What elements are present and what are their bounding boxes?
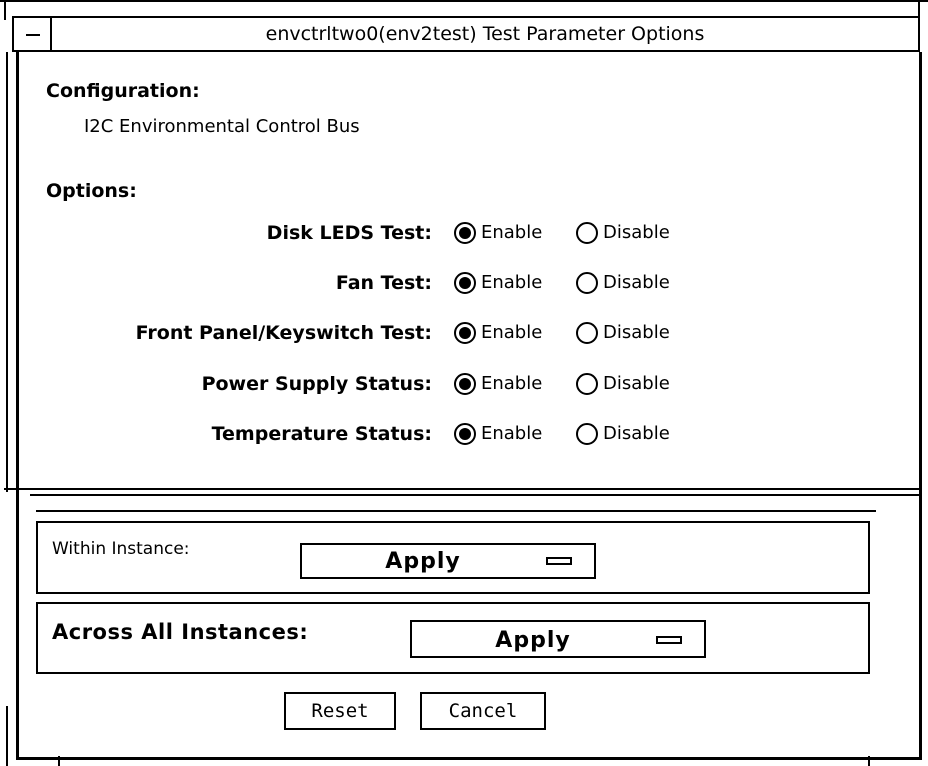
menu-indicator-icon bbox=[656, 636, 682, 644]
disable-label[interactable]: Disable bbox=[603, 318, 670, 348]
enable-label[interactable]: Enable bbox=[481, 318, 542, 348]
menu-indicator-icon bbox=[546, 557, 572, 565]
option-row-temperature: Temperature Status: Enable Disable bbox=[0, 419, 700, 449]
disable-label[interactable]: Disable bbox=[603, 218, 670, 248]
separator bbox=[4, 488, 922, 490]
disable-radio[interactable] bbox=[576, 322, 598, 344]
across-all-instances-apply-button[interactable]: Apply bbox=[410, 620, 706, 658]
option-row-power-supply: Power Supply Status: Enable Disable bbox=[0, 369, 700, 399]
across-all-instances-label: Across All Instances: bbox=[52, 620, 309, 644]
enable-radio[interactable] bbox=[454, 322, 476, 344]
disable-label[interactable]: Disable bbox=[603, 419, 670, 449]
disable-radio[interactable] bbox=[576, 272, 598, 294]
cancel-button[interactable]: Cancel bbox=[420, 692, 546, 730]
background-window-edge bbox=[4, 0, 6, 20]
enable-label[interactable]: Enable bbox=[481, 218, 542, 248]
option-label: Fan Test: bbox=[335, 272, 432, 294]
window-menu-button[interactable] bbox=[14, 18, 52, 50]
enable-radio[interactable] bbox=[454, 423, 476, 445]
within-instance-label: Within Instance: bbox=[52, 539, 190, 559]
options-heading: Options: bbox=[46, 180, 137, 202]
disable-label[interactable]: Disable bbox=[603, 268, 670, 298]
disable-label[interactable]: Disable bbox=[603, 369, 670, 399]
enable-label[interactable]: Enable bbox=[481, 419, 542, 449]
enable-label[interactable]: Enable bbox=[481, 268, 542, 298]
option-row-disk-leds: Disk LEDS Test: Enable Disable bbox=[0, 218, 700, 248]
within-instance-apply-button[interactable]: Apply bbox=[300, 543, 596, 579]
enable-label[interactable]: Enable bbox=[481, 369, 542, 399]
enable-radio[interactable] bbox=[454, 272, 476, 294]
reset-button[interactable]: Reset bbox=[284, 692, 396, 730]
option-row-front-panel: Front Panel/Keyswitch Test: Enable Disab… bbox=[0, 318, 700, 348]
disable-radio[interactable] bbox=[576, 373, 598, 395]
configuration-heading: Configuration: bbox=[46, 80, 200, 102]
configuration-value: I2C Environmental Control Bus bbox=[84, 116, 360, 137]
window-title: envctrltwo0(env2test) Test Parameter Opt… bbox=[265, 23, 705, 45]
disable-radio[interactable] bbox=[576, 222, 598, 244]
apply-label: Apply bbox=[385, 549, 461, 574]
separator bbox=[30, 494, 922, 496]
option-label: Disk LEDS Test: bbox=[266, 222, 432, 244]
option-label: Power Supply Status: bbox=[201, 373, 432, 395]
background-window-edge bbox=[0, 0, 928, 2]
disable-radio[interactable] bbox=[576, 423, 598, 445]
enable-radio[interactable] bbox=[454, 222, 476, 244]
option-label: Temperature Status: bbox=[211, 423, 432, 445]
within-instance-group: Within Instance: Apply bbox=[36, 521, 870, 594]
apply-label: Apply bbox=[495, 628, 571, 653]
separator bbox=[36, 510, 876, 512]
minus-icon bbox=[26, 34, 40, 36]
option-label: Front Panel/Keyswitch Test: bbox=[135, 322, 432, 344]
across-all-instances-group: Across All Instances: Apply bbox=[36, 602, 870, 674]
enable-radio[interactable] bbox=[454, 373, 476, 395]
background-window-edge bbox=[6, 706, 8, 766]
title-bar: envctrltwo0(env2test) Test Parameter Opt… bbox=[12, 16, 920, 52]
option-row-fan: Fan Test: Enable Disable bbox=[0, 268, 700, 298]
